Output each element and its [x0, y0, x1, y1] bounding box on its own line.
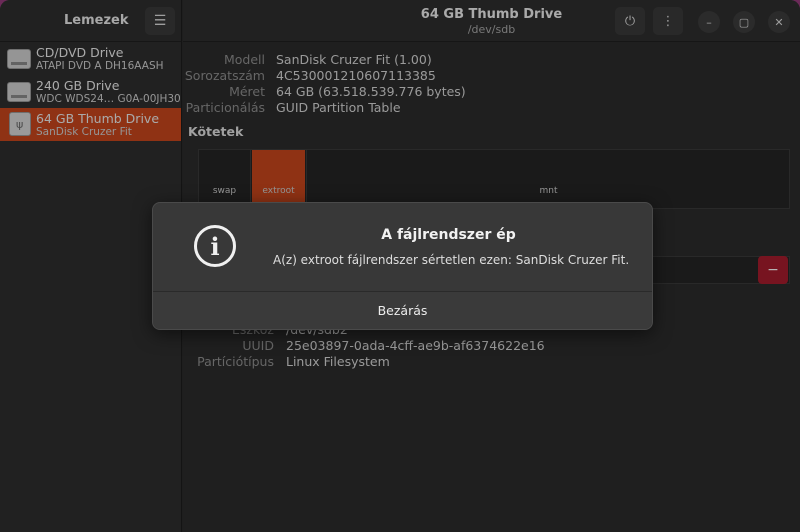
disks-window: Lemezek ☰ CD/DVD Drive ATAPI DVD A DH16A…: [0, 0, 800, 532]
dialog-title: A fájlrendszer ép: [381, 227, 516, 243]
info-dialog: i A fájlrendszer ép A(z) extroot fájlren…: [152, 202, 653, 330]
dialog-message: A(z) extroot fájlrendszer sértetlen ezen…: [273, 253, 630, 267]
close-dialog-button[interactable]: Bezárás: [153, 291, 652, 329]
